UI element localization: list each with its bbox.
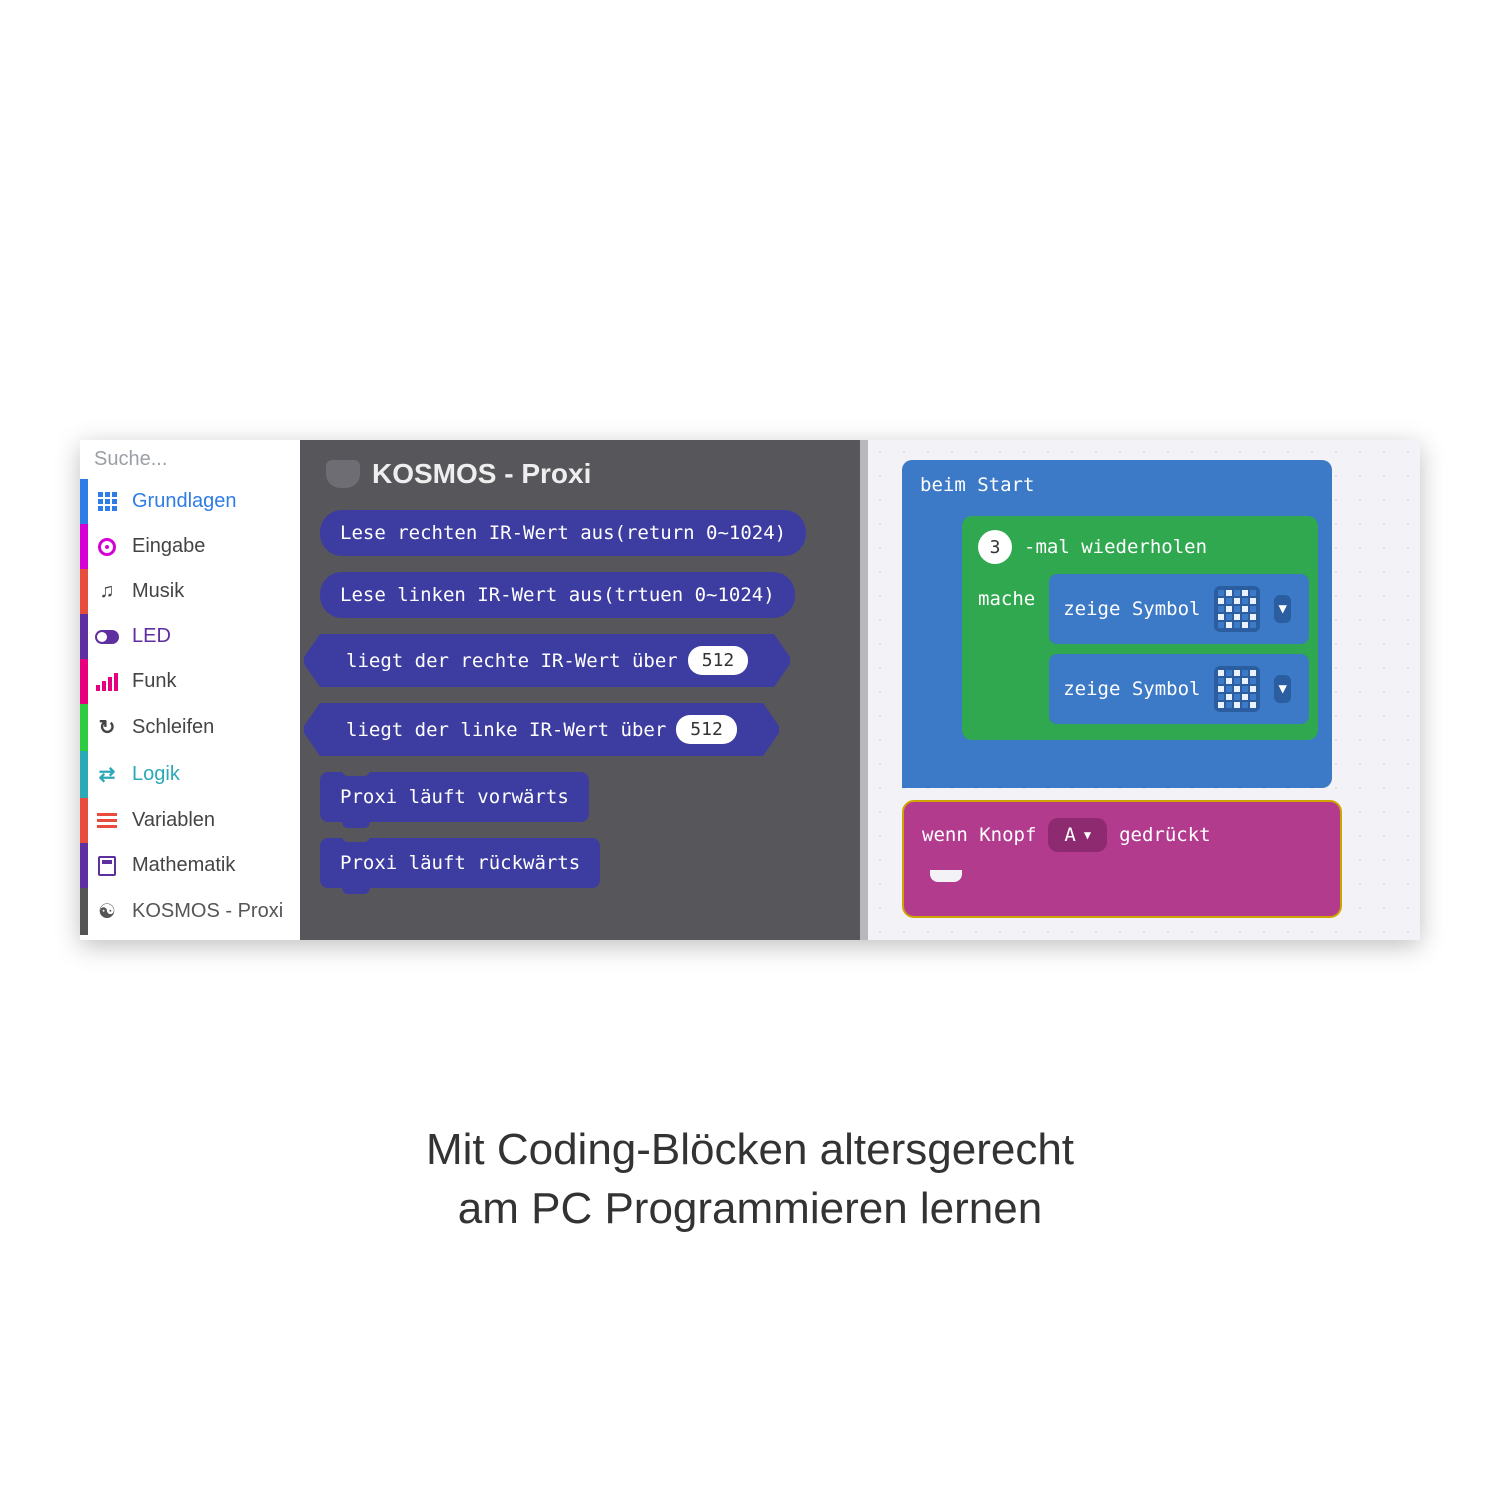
category-led[interactable]: LED [80, 614, 300, 659]
on-start-block[interactable]: beim Start 3 -mal wiederholen mache zeig… [902, 460, 1332, 788]
signal-bars-icon [94, 673, 120, 691]
category-mathematik[interactable]: Mathematik [80, 843, 300, 888]
on-start-body: 3 -mal wiederholen mache zeige Symbol [902, 516, 1332, 788]
chevron-down-icon: ▼ [1084, 828, 1091, 842]
refresh-icon: ↻ [94, 715, 120, 740]
block-label: Lese linken IR-Wert aus(trtuen 0~1024) [340, 584, 775, 606]
threshold-value[interactable]: 512 [688, 646, 749, 675]
block-palette: KOSMOS - Proxi Lese rechten IR-Wert aus(… [300, 440, 860, 940]
on-button-pressed-block[interactable]: wenn Knopf A ▼ gedrückt [902, 800, 1342, 918]
marketing-caption: Mit Coding-Blöcken altersgerecht am PC P… [0, 1120, 1500, 1239]
block-cond-left-ir[interactable]: liegt der linke IR-Wert über 512 [320, 703, 763, 756]
editor-screenshot: ⌕ Grundlagen Eingabe ♫ Musik LED Funk ↻ … [80, 440, 1420, 940]
threshold-value[interactable]: 512 [676, 715, 737, 744]
target-icon [94, 538, 120, 556]
category-label: Grundlagen [132, 490, 237, 513]
palette-title: KOSMOS - Proxi [372, 458, 591, 490]
loop-do-label: mache [978, 574, 1035, 724]
grid-icon [94, 492, 120, 511]
category-label: Musik [132, 580, 184, 603]
category-label: Eingabe [132, 535, 205, 558]
chevron-down-icon[interactable]: ▼ [1274, 595, 1290, 623]
block-label: liegt der linke IR-Wert über [346, 719, 666, 741]
block-label: beim Start [920, 474, 1034, 496]
list-icon [94, 813, 120, 828]
on-start-header: beim Start [902, 460, 1332, 516]
caption-line: Mit Coding-Blöcken altersgerecht [0, 1120, 1500, 1179]
block-label: liegt der rechte IR-Wert über [346, 650, 678, 672]
category-label: LED [132, 625, 171, 648]
block-label: zeige Symbol [1063, 678, 1200, 700]
block-label: Proxi läuft rückwärts [340, 852, 580, 874]
block-proxi-forward[interactable]: Proxi läuft vorwärts [320, 772, 589, 822]
robot-icon [326, 460, 360, 488]
category-logik[interactable]: ⇄ Logik [80, 751, 300, 798]
category-label: Logik [132, 763, 180, 786]
workspace-canvas[interactable]: beim Start 3 -mal wiederholen mache zeig… [860, 440, 1420, 940]
headphones-icon: ♫ [94, 580, 120, 603]
category-schleifen[interactable]: ↻ Schleifen [80, 704, 300, 751]
led-pattern-icon [1214, 586, 1260, 632]
robot-icon: ☯ [94, 899, 120, 924]
block-read-right-ir[interactable]: Lese rechten IR-Wert aus(return 0~1024) [320, 510, 806, 556]
category-label: Mathematik [132, 854, 235, 877]
show-symbol-block[interactable]: zeige Symbol ▼ [1049, 654, 1309, 724]
category-label: Variablen [132, 809, 215, 832]
category-label: Funk [132, 670, 176, 693]
block-label: wenn Knopf [922, 824, 1036, 846]
block-label: Lese rechten IR-Wert aus(return 0~1024) [340, 522, 786, 544]
block-proxi-backward[interactable]: Proxi läuft rückwärts [320, 838, 600, 888]
event-body [902, 870, 1342, 918]
category-grundlagen[interactable]: Grundlagen [80, 479, 300, 524]
block-read-left-ir[interactable]: Lese linken IR-Wert aus(trtuen 0~1024) [320, 572, 795, 618]
category-kosmos-proxi[interactable]: ☯ KOSMOS - Proxi [80, 888, 300, 935]
block-label: gedrückt [1119, 824, 1211, 846]
category-label: KOSMOS - Proxi [132, 900, 283, 923]
category-sidebar: ⌕ Grundlagen Eingabe ♫ Musik LED Funk ↻ … [80, 440, 300, 940]
block-label: -mal wiederholen [1024, 536, 1207, 558]
search-row: ⌕ [80, 440, 300, 479]
category-variablen[interactable]: Variablen [80, 798, 300, 843]
category-eingabe[interactable]: Eingabe [80, 524, 300, 569]
category-musik[interactable]: ♫ Musik [80, 569, 300, 614]
repeat-loop-block[interactable]: 3 -mal wiederholen mache zeige Symbol [962, 516, 1318, 740]
button-value: A [1064, 824, 1075, 846]
chevron-down-icon[interactable]: ▼ [1274, 675, 1290, 703]
button-select[interactable]: A ▼ [1048, 818, 1107, 852]
block-label: Proxi läuft vorwärts [340, 786, 569, 808]
category-label: Schleifen [132, 716, 214, 739]
block-label: zeige Symbol [1063, 598, 1200, 620]
toggle-icon [94, 630, 120, 644]
shuffle-icon: ⇄ [94, 762, 120, 787]
block-cond-right-ir[interactable]: liegt der rechte IR-Wert über 512 [320, 634, 774, 687]
category-funk[interactable]: Funk [80, 659, 300, 704]
show-symbol-block[interactable]: zeige Symbol ▼ [1049, 574, 1309, 644]
led-pattern-icon [1214, 666, 1260, 712]
loop-count-input[interactable]: 3 [978, 530, 1012, 564]
palette-header: KOSMOS - Proxi [320, 452, 840, 494]
caption-line: am PC Programmieren lernen [0, 1179, 1500, 1238]
calculator-icon [94, 856, 120, 876]
